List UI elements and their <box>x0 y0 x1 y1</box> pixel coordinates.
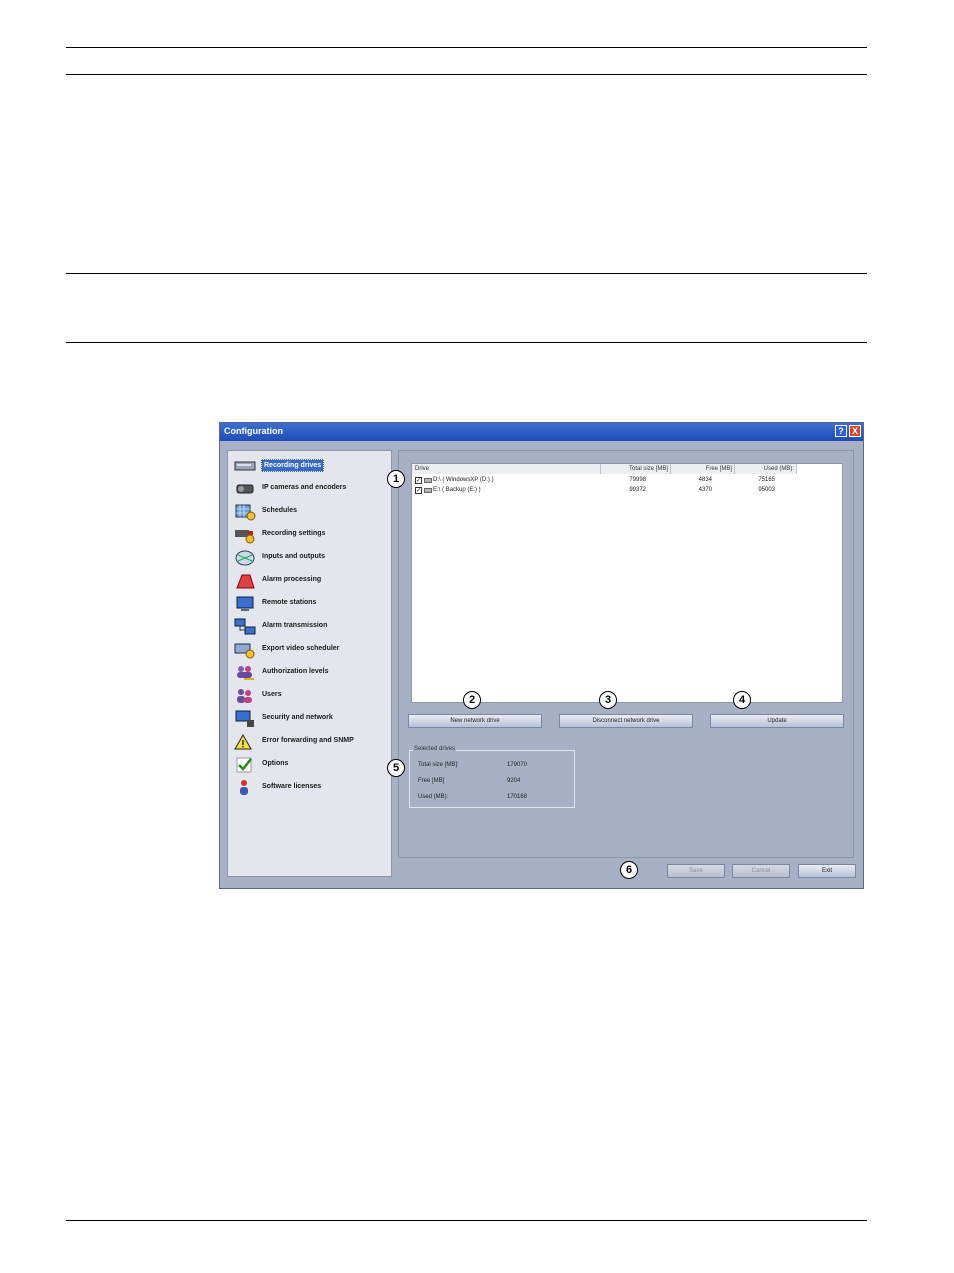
sidebar-item-label: Authorization levels <box>262 668 329 675</box>
sidebar-item-label: IP cameras and encoders <box>262 484 347 491</box>
callout-4: 4 <box>733 691 751 709</box>
total-size-label: Total size [MB]: <box>418 762 459 768</box>
used-value: 170168 <box>507 794 528 800</box>
secure-computer-icon <box>235 710 254 727</box>
header-rule-second <box>66 74 867 75</box>
warning-icon <box>234 733 252 750</box>
column-header-total-size[interactable]: Total size [MB] <box>601 464 671 474</box>
header-rule-top <box>66 47 867 48</box>
sidebar-item-software-licenses[interactable]: Software licenses <box>234 778 389 798</box>
new-network-drive-button[interactable]: New network drive <box>408 714 542 728</box>
sidebar-item-export-video-scheduler[interactable]: Export video scheduler <box>234 640 389 660</box>
callout-1: 1 <box>387 470 405 488</box>
sidebar-item-label: Inputs and outputs <box>262 553 325 560</box>
selected-drives-group: Selected drives Total size [MB]: 179070 … <box>409 746 575 808</box>
sidebar-item-recording-settings[interactable]: Recording settings <box>234 525 389 545</box>
sidebar-item-authorization-levels[interactable]: Authorization levels <box>234 663 389 683</box>
callout-6: 6 <box>620 861 638 879</box>
drive-icon <box>424 488 432 493</box>
update-button[interactable]: Update <box>710 714 844 728</box>
help-button[interactable]: ? <box>835 425 847 437</box>
sidebar-item-recording-drives[interactable]: Recording drives <box>234 456 389 476</box>
sidebar-item-error-forwarding[interactable]: Error forwarding and SNMP <box>234 732 389 752</box>
window-title: Configuration <box>224 426 283 436</box>
table-row[interactable]: ✓ D:\ ( WindowsXP (D:) ) 79998 4834 7516… <box>412 476 842 486</box>
sidebar-item-label: Recording drives <box>261 459 325 472</box>
footer-rule <box>66 1220 867 1221</box>
hard-drive-icon <box>234 461 256 471</box>
drive-checkbox[interactable]: ✓ <box>415 477 422 484</box>
sidebar-item-label: Export video scheduler <box>262 645 340 652</box>
selected-drives-title: Selected drives <box>413 746 457 752</box>
drive-used: 95003 <box>758 487 775 493</box>
users-icon <box>237 689 252 703</box>
disconnect-network-drive-button[interactable]: Disconnect network drive <box>559 714 693 728</box>
used-label: Used (MB): <box>418 794 449 800</box>
section-rule-upper <box>66 273 867 274</box>
sidebar-item-users[interactable]: Users <box>234 686 389 706</box>
cancel-button[interactable]: Cancel <box>732 864 790 878</box>
monitor-icon <box>236 596 254 611</box>
sidebar-item-label: Alarm processing <box>262 576 322 583</box>
sidebar-item-label: Software licenses <box>262 783 322 790</box>
drive-total: 99372 <box>629 487 646 493</box>
save-button[interactable]: Save <box>667 864 725 878</box>
callout-3: 3 <box>599 691 617 709</box>
sidebar-item-label: Schedules <box>262 507 298 514</box>
sidebar-item-inputs-outputs[interactable]: Inputs and outputs <box>234 548 389 568</box>
sidebar-item-alarm-processing[interactable]: Alarm processing <box>234 571 389 591</box>
callout-5: 5 <box>387 759 405 777</box>
drive-free: 4370 <box>698 487 712 493</box>
callout-2: 2 <box>463 691 481 709</box>
network-computers-icon <box>234 618 256 635</box>
user-group-key-icon <box>237 666 254 680</box>
sidebar-item-security-network[interactable]: Security and network <box>234 709 389 729</box>
checkmark-icon <box>236 757 252 773</box>
drive-name: D:\ ( WindowsXP (D:) ) <box>433 477 494 483</box>
drive-free: 4834 <box>698 477 712 483</box>
camera-clock-icon <box>235 530 255 544</box>
free-label: Free [MB] <box>418 778 445 784</box>
free-value: 9204 <box>507 778 521 784</box>
exit-button[interactable]: Exit <box>798 864 856 878</box>
column-header-used[interactable]: Used (MB): <box>735 464 797 474</box>
sidebar-item-label: Users <box>262 691 282 698</box>
table-row[interactable]: ✓ E:\ ( Backup (E:) ) 99372 4370 95003 <box>412 486 842 496</box>
schedule-grid-icon <box>235 504 256 521</box>
sidebar-item-label: Options <box>262 760 289 767</box>
sidebar-item-ip-cameras[interactable]: IP cameras and encoders <box>234 479 389 499</box>
sidebar-item-remote-stations[interactable]: Remote stations <box>234 594 389 614</box>
total-size-value: 179070 <box>507 762 528 768</box>
sidebar-item-label: Recording settings <box>262 530 326 537</box>
drive-name: E:\ ( Backup (E:) ) <box>433 487 481 493</box>
sidebar-item-options[interactable]: Options <box>234 755 389 775</box>
drive-checkbox[interactable]: ✓ <box>415 487 422 494</box>
camera-icon <box>236 484 254 494</box>
sidebar-item-label: Remote stations <box>262 599 317 606</box>
sidebar-item-alarm-transmission[interactable]: Alarm transmission <box>234 617 389 637</box>
sidebar-item-label: Error forwarding and SNMP <box>262 737 354 744</box>
column-header-free[interactable]: Free [MB] <box>671 464 735 474</box>
sidebar: Recording drives IP cameras and encoders… <box>227 450 392 877</box>
license-user-icon <box>240 780 248 795</box>
sidebar-item-label: Alarm transmission <box>262 622 328 629</box>
drive-icon <box>424 478 432 483</box>
title-bar: Configuration ? X <box>220 423 863 441</box>
close-button[interactable]: X <box>849 425 861 437</box>
configuration-window: Configuration ? X Recording drives IP ca… <box>219 422 864 889</box>
alarm-icon <box>236 574 255 589</box>
column-header-drive[interactable]: Drive <box>412 464 601 474</box>
drive-total: 79998 <box>629 477 646 483</box>
drives-list[interactable]: Drive Total size [MB] Free [MB] Used (MB… <box>411 463 843 703</box>
drive-used: 75165 <box>758 477 775 483</box>
export-clock-icon <box>234 643 255 659</box>
sidebar-item-label: Security and network <box>262 714 333 721</box>
sidebar-item-schedules[interactable]: Schedules <box>234 502 389 522</box>
section-rule-lower <box>66 342 867 343</box>
inputs-outputs-icon <box>235 550 255 566</box>
